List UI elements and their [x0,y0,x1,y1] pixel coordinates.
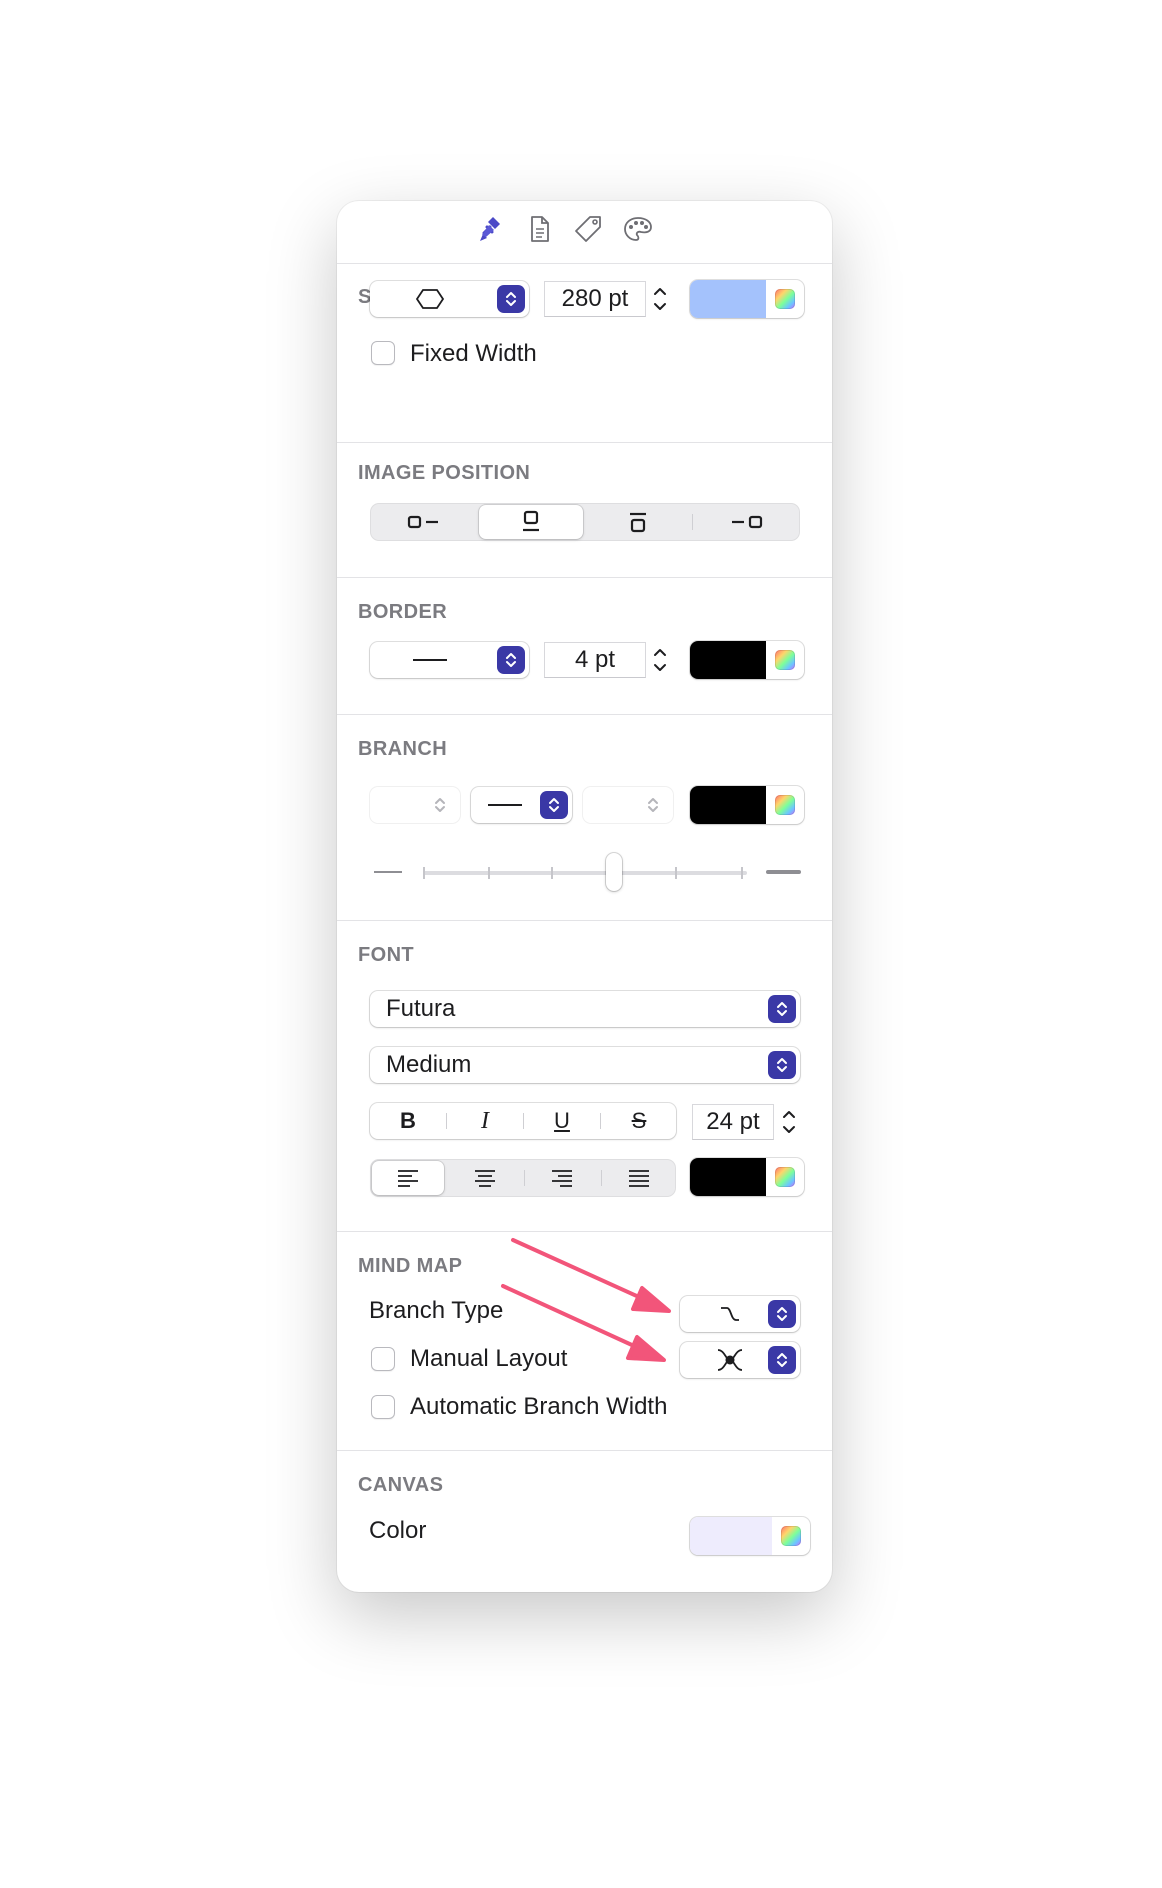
arrow-to-layout-type [501,1284,647,1353]
annotation-arrows [501,1238,671,1362]
arrow-to-branch-type [511,1238,652,1304]
